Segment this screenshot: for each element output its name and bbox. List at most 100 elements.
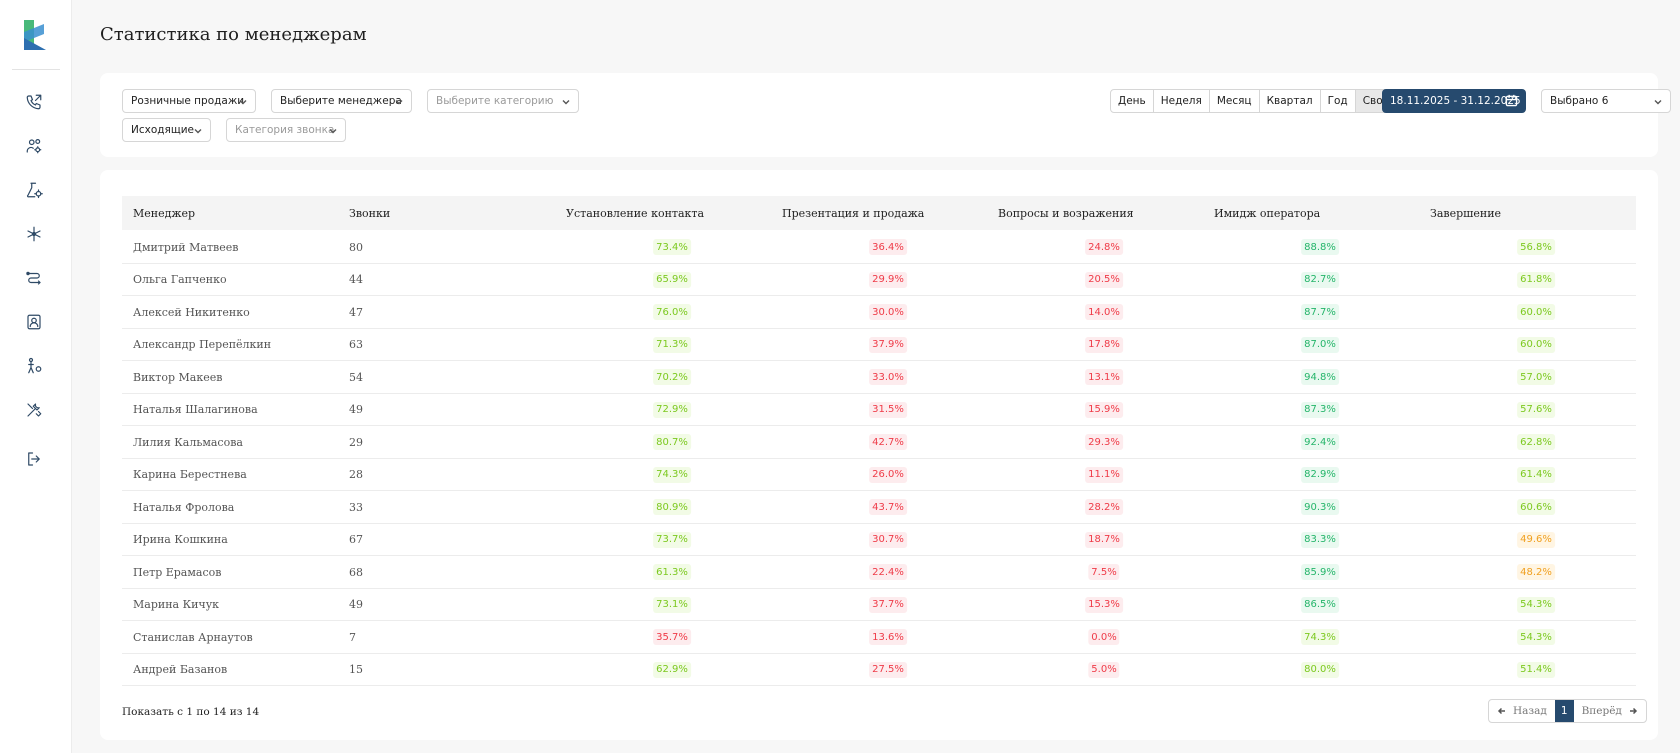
logout-icon[interactable] — [24, 449, 44, 469]
phone-outgoing-icon[interactable] — [24, 92, 44, 112]
score-badge: 61.8% — [1517, 271, 1555, 288]
contact-card-icon[interactable] — [24, 312, 44, 332]
score-badge: 73.7% — [653, 531, 691, 548]
period-day-button[interactable]: День — [1111, 90, 1154, 112]
score-badge: 80.7% — [653, 434, 691, 450]
table-row[interactable]: Марина Кичук 49 73.1% 37.7% 15.3% 86.5% 54.3% — [122, 589, 1636, 621]
header-objections[interactable]: Вопросы и возражения — [998, 196, 1134, 230]
table-row[interactable]: Петр Ерамасов 68 61.3% 22.4% 7.5% 85.9% 48.2% — [122, 556, 1636, 589]
manager-select[interactable]: Выберите менеджера — [271, 89, 412, 113]
next-page-button[interactable]: Вперёд — [1574, 700, 1646, 722]
score-badge: 24.8% — [1085, 239, 1123, 255]
header-contact[interactable]: Установление контакта — [566, 196, 704, 230]
score-badge: 37.7% — [869, 596, 907, 613]
manager-name: Дмитрий Матвеев — [133, 240, 239, 254]
score-badge: 62.9% — [653, 661, 691, 678]
manager-name: Станислав Арнаутов — [133, 630, 253, 644]
score-badge: 82.9% — [1301, 466, 1339, 483]
score-badge: 13.6% — [869, 629, 907, 645]
manager-name: Наталья Шалагинова — [133, 403, 258, 416]
calls-count: 15 — [349, 663, 363, 676]
manager-name: Карина Берестнева — [133, 468, 247, 481]
period-month-button[interactable]: Месяц — [1210, 90, 1260, 112]
table-row[interactable]: Станислав Арнаутов 7 35.7% 13.6% 0.0% 74.3% 54… — [122, 621, 1636, 654]
manager-value: Выберите менеджера — [280, 95, 402, 107]
manager-name: Наталья Фролова — [133, 500, 235, 514]
calls-count: 7 — [349, 630, 356, 644]
users-settings-icon[interactable] — [24, 136, 44, 156]
stats-table-card: Менеджер Звонки Установление контакта Пр… — [100, 170, 1658, 740]
score-badge: 60.6% — [1517, 499, 1555, 515]
score-badge: 27.5% — [869, 661, 907, 678]
date-range-button[interactable]: 18.11.2025 - 31.12.2025 — [1382, 89, 1526, 113]
header-image[interactable]: Имидж оператора — [1214, 196, 1320, 230]
chevron-down-icon — [395, 97, 403, 105]
call-category-placeholder: Категория звонка — [235, 124, 335, 136]
table-row[interactable]: Александр Перепёлкин 63 71.3% 37.9% 17.8% 87.… — [122, 329, 1636, 361]
score-badge: 14.0% — [1085, 304, 1123, 320]
score-badge: 88.8% — [1301, 239, 1339, 255]
period-week-button[interactable]: Неделя — [1154, 90, 1210, 112]
manager-name: Петр Ерамасов — [133, 565, 222, 579]
score-badge: 82.7% — [1301, 271, 1339, 288]
manager-name: Александр Перепёлкин — [133, 338, 272, 351]
direction-select[interactable]: Исходящие — [122, 118, 211, 142]
table-row[interactable]: Дмитрий Матвеев 80 73.4% 36.4% 24.8% 88.8% 56.… — [122, 231, 1636, 264]
header-calls[interactable]: Звонки — [349, 196, 390, 230]
call-category-select[interactable]: Категория звонка — [226, 118, 346, 142]
score-badge: 80.9% — [653, 499, 691, 515]
header-presentation[interactable]: Презентация и продажа — [782, 196, 924, 230]
score-badge: 30.0% — [869, 304, 907, 320]
selected-items-select[interactable]: Выбрано 6 — [1541, 89, 1671, 113]
tools-icon[interactable] — [24, 400, 44, 420]
current-page-button[interactable]: 1 — [1554, 700, 1574, 722]
period-toggle-group: День Неделя Месяц Квартал Год Свой — [1110, 89, 1398, 113]
table-row[interactable]: Наталья Шалагинова 49 72.9% 31.5% 15.9% 87.3%… — [122, 394, 1636, 426]
routes-icon[interactable] — [24, 268, 44, 288]
chevron-down-icon — [329, 126, 337, 134]
score-badge: 57.6% — [1517, 401, 1555, 418]
score-badge: 11.1% — [1085, 466, 1123, 483]
score-badge: 71.3% — [653, 336, 691, 353]
score-badge: 61.4% — [1517, 466, 1555, 483]
table-row[interactable]: Виктор Макеев 54 70.2% 33.0% 13.1% 94.8% 57.0% — [122, 361, 1636, 394]
table-row[interactable]: Карина Берестнева 28 74.3% 26.0% 11.1% 82.9% 6… — [122, 459, 1636, 491]
header-manager[interactable]: Менеджер — [133, 196, 195, 230]
page-title: Статистика по менеджерам — [100, 24, 367, 45]
score-badge: 13.1% — [1085, 369, 1123, 385]
category-select[interactable]: Выберите категорию — [427, 89, 579, 113]
header-completion[interactable]: Завершение — [1430, 196, 1501, 230]
calls-count: 44 — [349, 273, 363, 286]
selected-items-value: Выбрано 6 — [1550, 95, 1609, 107]
calls-count: 29 — [349, 435, 363, 449]
manager-name: Андрей Базанов — [133, 663, 228, 676]
table-row[interactable]: Ольга Гапченко 44 65.9% 29.9% 20.5% 82.7% 61.8… — [122, 264, 1636, 296]
period-quarter-button[interactable]: Квартал — [1260, 90, 1321, 112]
score-badge: 37.9% — [869, 336, 907, 353]
prev-page-button[interactable]: Назад — [1489, 700, 1555, 722]
score-badge: 76.0% — [653, 304, 691, 320]
table-row[interactable]: Алексей Никитенко 47 76.0% 30.0% 14.0% 87.7% 6… — [122, 296, 1636, 329]
score-badge: 29.3% — [1085, 434, 1123, 450]
sparkle-icon[interactable] — [24, 224, 44, 244]
sales-type-select[interactable]: Розничные продажи — [122, 89, 256, 113]
table-row[interactable]: Андрей Базанов 15 62.9% 27.5% 5.0% 80.0% 51.4% — [122, 654, 1636, 686]
logo-icon[interactable] — [22, 20, 48, 52]
table-row[interactable]: Наталья Фролова 33 80.9% 43.7% 28.2% 90.3% 60.… — [122, 491, 1636, 524]
score-badge: 54.3% — [1517, 629, 1555, 645]
calls-count: 47 — [349, 305, 363, 319]
person-settings-icon[interactable] — [24, 356, 44, 376]
chevron-down-icon — [239, 97, 247, 105]
period-year-button[interactable]: Год — [1321, 90, 1356, 112]
score-badge: 56.8% — [1517, 239, 1555, 255]
table-row[interactable]: Лилия Кальмасова 29 80.7% 42.7% 29.3% 92.4% 62… — [122, 426, 1636, 459]
score-badge: 83.3% — [1301, 531, 1339, 548]
manager-name: Марина Кичук — [133, 598, 220, 611]
flask-settings-icon[interactable] — [24, 180, 44, 200]
table-row[interactable]: Ирина Кошкина 67 73.7% 30.7% 18.7% 83.3% 49.6% — [122, 524, 1636, 556]
score-badge: 87.3% — [1301, 401, 1339, 418]
pagination: Назад 1 Вперёд — [1488, 699, 1647, 723]
score-badge: 60.0% — [1517, 336, 1555, 353]
score-badge: 17.8% — [1085, 336, 1123, 353]
score-badge: 43.7% — [869, 499, 907, 515]
